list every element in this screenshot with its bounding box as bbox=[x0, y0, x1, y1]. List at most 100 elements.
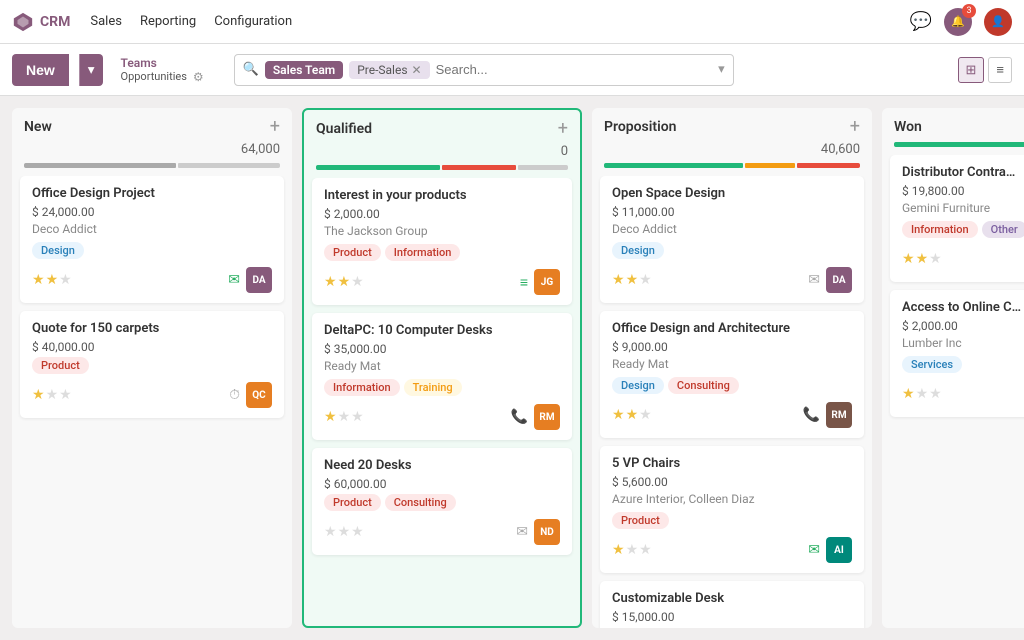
card-amount: $ 11,000.00 bbox=[612, 205, 852, 219]
card-action-icon[interactable]: ≡ bbox=[520, 274, 528, 291]
toolbar: New ▾ Teams Opportunities ⚙ 🔍 Sales Team… bbox=[0, 44, 1024, 96]
top-menu: Sales Reporting Configuration bbox=[90, 14, 292, 29]
card-action-icon[interactable]: ⏱ bbox=[229, 387, 240, 403]
card-action-icon[interactable]: ✉ bbox=[808, 542, 820, 558]
card-tags: DesignConsulting bbox=[612, 377, 852, 394]
menu-configuration[interactable]: Configuration bbox=[214, 14, 292, 29]
card-avatar: ND bbox=[534, 519, 560, 545]
column-cards-new: Office Design Project$ 24,000.00Deco Add… bbox=[12, 176, 292, 628]
card-title: 5 VP Chairs bbox=[612, 456, 852, 471]
app-name: CRM bbox=[40, 14, 70, 30]
card-action-icons: 📞RM bbox=[511, 404, 560, 430]
card-stars[interactable]: ★★★ bbox=[324, 274, 364, 290]
card-tags: ProductConsulting bbox=[324, 494, 560, 511]
notification-icon[interactable]: 🔔 3 bbox=[944, 8, 972, 36]
card-stars[interactable]: ★★★ bbox=[324, 409, 364, 425]
card-card1[interactable]: Office Design Project$ 24,000.00Deco Add… bbox=[20, 176, 284, 303]
card-stars[interactable]: ★★★ bbox=[902, 251, 942, 267]
column-won: Won + Distributor Contra…$ 19,800.00Gemi… bbox=[882, 108, 1024, 628]
card-card7[interactable]: Office Design and Architecture$ 9,000.00… bbox=[600, 311, 864, 438]
card-avatar: AI bbox=[826, 537, 852, 563]
tag-information[interactable]: Information bbox=[385, 244, 461, 261]
column-title-proposition: Proposition bbox=[604, 119, 676, 135]
card-card11[interactable]: Access to Online C…$ 2,000.00Lumber IncS… bbox=[890, 290, 1024, 417]
tag-product[interactable]: Product bbox=[32, 357, 89, 374]
card-avatar: JG bbox=[534, 269, 560, 295]
menu-sales[interactable]: Sales bbox=[90, 14, 122, 29]
card-action-icon[interactable]: ✉ bbox=[228, 272, 240, 288]
remove-presales-tag[interactable]: ✕ bbox=[412, 63, 422, 77]
card-action-icons: ⏱ QC bbox=[229, 382, 272, 408]
new-button[interactable]: New bbox=[12, 54, 69, 86]
card-card9[interactable]: Customizable Desk$ 15,000.00Azure Interi… bbox=[600, 581, 864, 628]
card-card2[interactable]: Quote for 150 carpets $ 40,000.00 Product ★… bbox=[20, 311, 284, 418]
chat-icon[interactable]: 💬 bbox=[910, 11, 932, 32]
column-cards-won: Distributor Contra…$ 19,800.00Gemini Fur… bbox=[882, 155, 1024, 628]
column-cards-qualified: Interest in your products$ 2,000.00The J… bbox=[304, 178, 580, 626]
menu-reporting[interactable]: Reporting bbox=[140, 14, 196, 29]
search-dropdown-icon[interactable]: ▾ bbox=[718, 62, 725, 77]
card-card5[interactable]: Need 20 Desks$ 60,000.00ProductConsultin… bbox=[312, 448, 572, 555]
card-company: Lumber Inc bbox=[902, 336, 1024, 350]
card-amount: $ 35,000.00 bbox=[324, 342, 560, 356]
card-company: Ready Mat bbox=[324, 359, 560, 373]
card-amount: $ 40,000.00 bbox=[32, 340, 272, 354]
card-amount: $ 15,000.00 bbox=[612, 610, 852, 624]
tag-services[interactable]: Services bbox=[902, 356, 962, 373]
card-card3[interactable]: Interest in your products$ 2,000.00The J… bbox=[312, 178, 572, 305]
list-view-button[interactable]: ≡ bbox=[988, 57, 1012, 83]
tag-information[interactable]: Information bbox=[324, 379, 400, 396]
card-action-icons: 📞RM bbox=[803, 402, 852, 428]
tag-consulting[interactable]: Consulting bbox=[385, 494, 456, 511]
card-card10[interactable]: Distributor Contra…$ 19,800.00Gemini Fur… bbox=[890, 155, 1024, 282]
card-card4[interactable]: DeltaPC: 10 Computer Desks$ 35,000.00Rea… bbox=[312, 313, 572, 440]
column-header-qualified: Qualified + bbox=[304, 110, 580, 144]
card-title: Quote for 150 carpets bbox=[32, 321, 272, 336]
breadcrumb-top[interactable]: Teams bbox=[121, 56, 204, 70]
card-stars[interactable]: ★★★ bbox=[902, 386, 942, 402]
card-stars[interactable]: ★★★ bbox=[612, 272, 652, 288]
card-action-icon[interactable]: 📞 bbox=[511, 409, 528, 425]
card-title: Distributor Contra… bbox=[902, 165, 1024, 180]
search-input[interactable] bbox=[436, 62, 709, 77]
column-add-qualified[interactable]: + bbox=[558, 120, 568, 138]
user-avatar[interactable]: 👤 bbox=[984, 8, 1012, 36]
tag-product[interactable]: Product bbox=[324, 244, 381, 261]
card-card6[interactable]: Open Space Design$ 11,000.00Deco AddictD… bbox=[600, 176, 864, 303]
card-stars[interactable]: ★★★ bbox=[32, 387, 72, 403]
card-avatar: DA bbox=[246, 267, 272, 293]
card-stars[interactable]: ★★★ bbox=[32, 272, 72, 288]
tag-product[interactable]: Product bbox=[324, 494, 381, 511]
card-action-icon[interactable]: ✉ bbox=[516, 524, 528, 540]
card-card8[interactable]: 5 VP Chairs$ 5,600.00Azure Interior, Col… bbox=[600, 446, 864, 573]
settings-icon[interactable]: ⚙ bbox=[193, 70, 204, 84]
tag-other[interactable]: Other bbox=[982, 221, 1024, 238]
column-progress-proposition bbox=[604, 163, 860, 168]
tag-design[interactable]: Design bbox=[32, 242, 84, 259]
card-title: Need 20 Desks bbox=[324, 458, 560, 473]
card-stars[interactable]: ★★★ bbox=[612, 407, 652, 423]
tag-design[interactable]: Design bbox=[612, 377, 664, 394]
tag-consulting[interactable]: Consulting bbox=[668, 377, 739, 394]
column-add-new[interactable]: + bbox=[270, 118, 280, 136]
app-logo[interactable]: CRM bbox=[12, 11, 70, 33]
tag-information[interactable]: Information bbox=[902, 221, 978, 238]
card-company: Ready Mat bbox=[612, 357, 852, 371]
search-area: 🔍 Sales Team Pre-Sales ✕ ▾ bbox=[234, 54, 734, 86]
card-stars[interactable]: ★★★ bbox=[612, 542, 652, 558]
kanban-view-button[interactable]: ⊞ bbox=[958, 57, 985, 83]
card-action-icon[interactable]: 📞 bbox=[803, 407, 820, 423]
tag-design[interactable]: Design bbox=[612, 242, 664, 259]
search-tag-sales-team[interactable]: Sales Team bbox=[265, 61, 343, 79]
search-tag-presales[interactable]: Pre-Sales ✕ bbox=[349, 61, 429, 79]
card-action-icon[interactable]: ✉ bbox=[808, 272, 820, 288]
tag-product[interactable]: Product bbox=[612, 512, 669, 529]
card-avatar: QC bbox=[246, 382, 272, 408]
card-stars[interactable]: ★★★ bbox=[324, 524, 364, 540]
new-dropdown-button[interactable]: ▾ bbox=[79, 54, 103, 86]
column-title-new: New bbox=[24, 119, 52, 135]
card-footer: ★★★ ≡ JG bbox=[324, 269, 560, 295]
column-add-proposition[interactable]: + bbox=[850, 118, 860, 136]
column-total-proposition: 40,600 bbox=[592, 142, 872, 163]
tag-training[interactable]: Training bbox=[404, 379, 462, 396]
